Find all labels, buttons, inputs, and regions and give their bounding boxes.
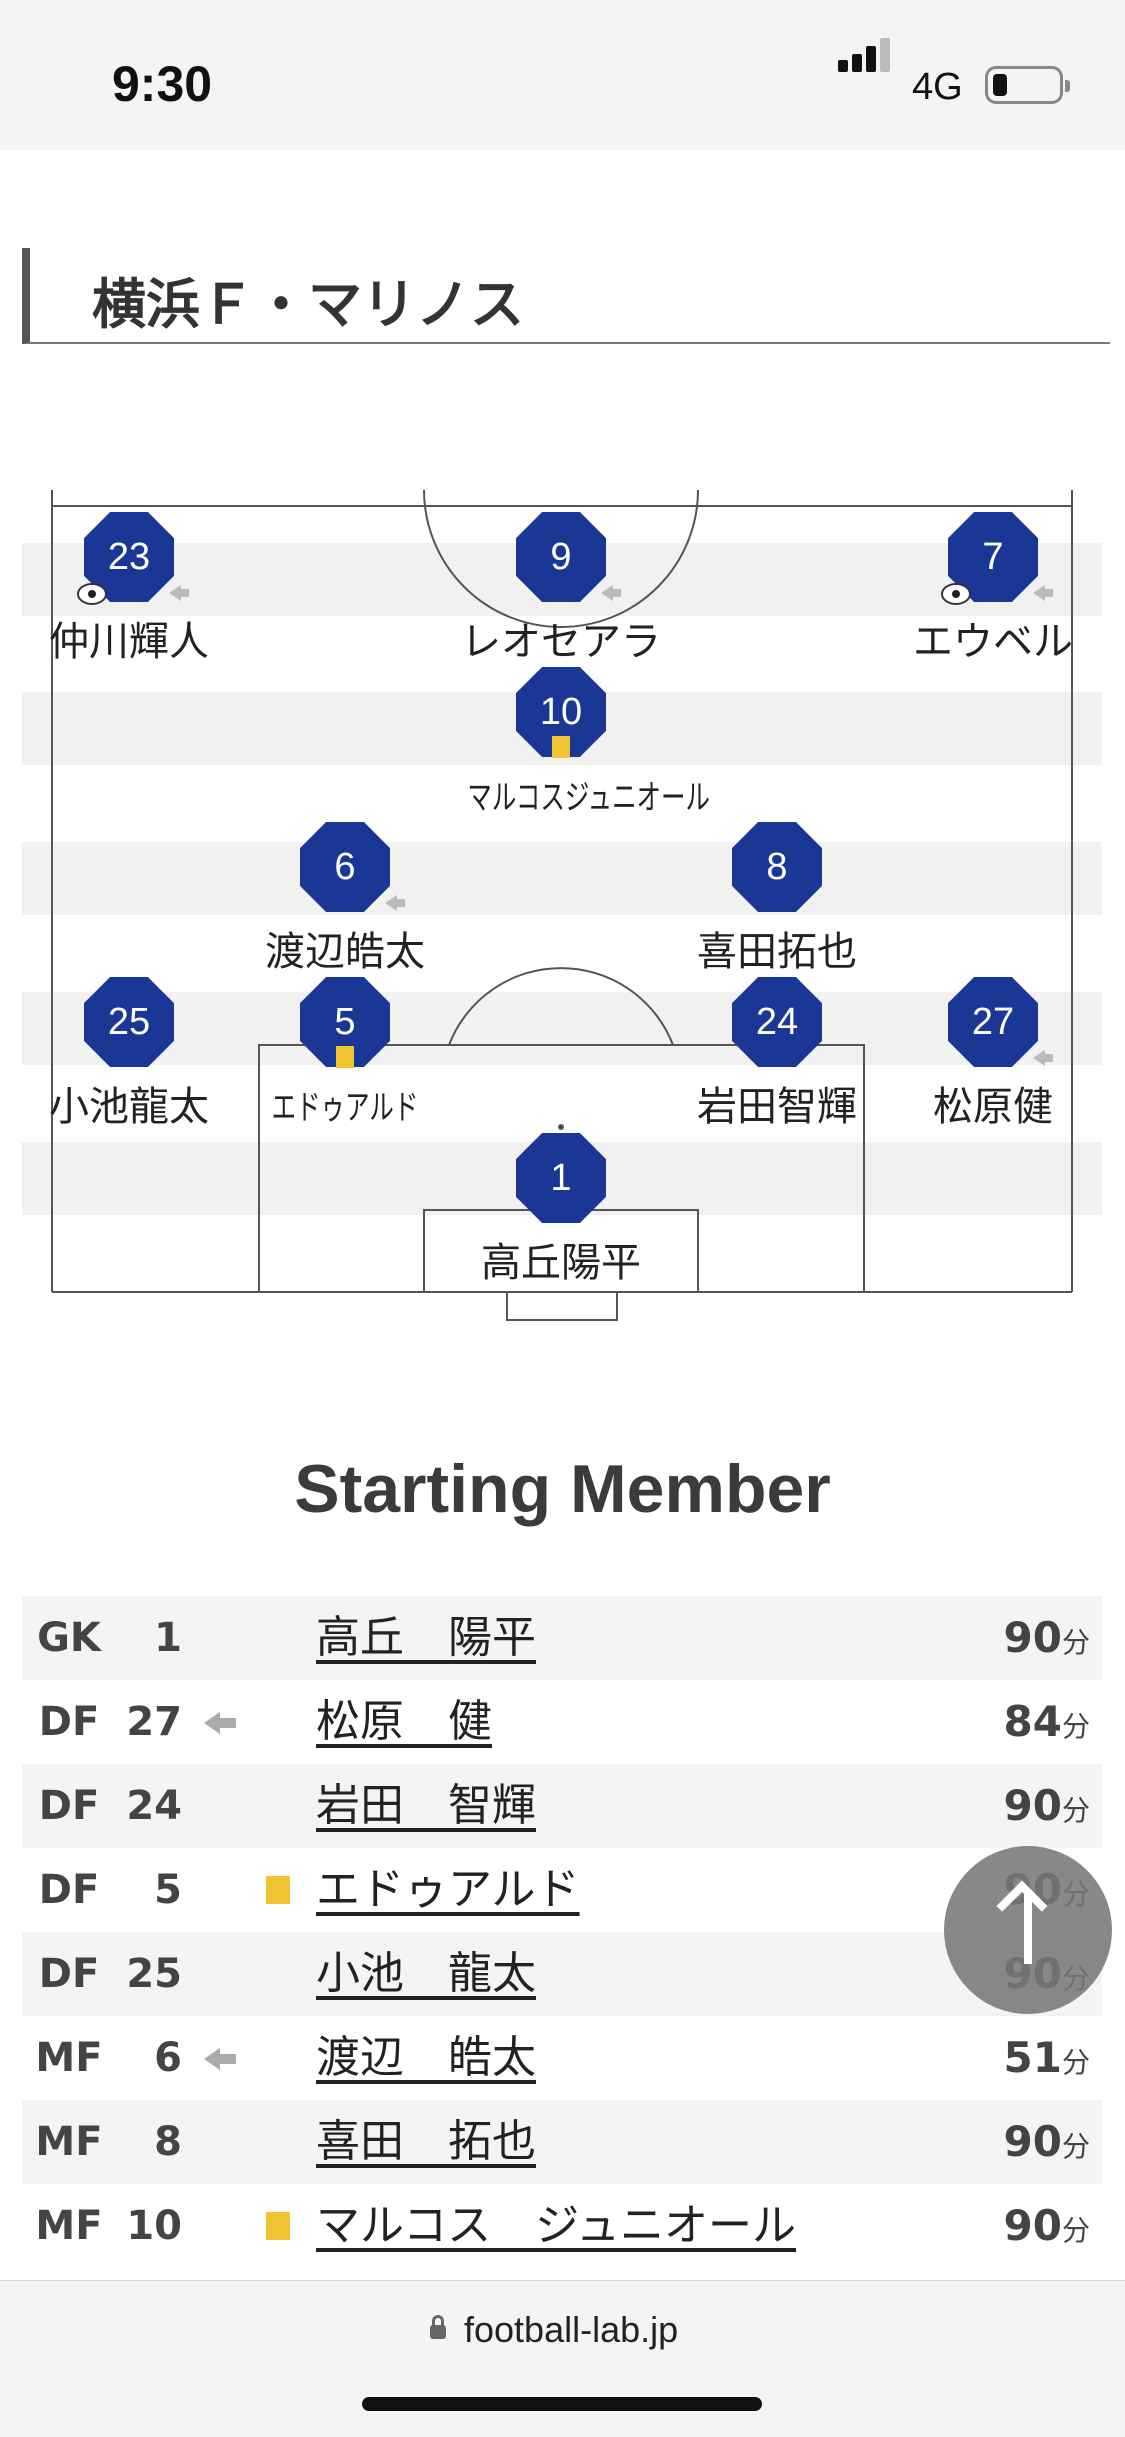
- table-row: MF 8 喜田 拓也 90分: [22, 2100, 1102, 2184]
- player-name: 高丘陽平: [481, 1240, 641, 1286]
- yellow-card-icon: [266, 1876, 290, 1904]
- table-row: MF 6 渡辺 皓太 51分: [22, 2016, 1102, 2100]
- player-name-link[interactable]: 高丘 陽平: [316, 1596, 536, 1680]
- yellow-card-icon: [266, 2212, 290, 2240]
- player-name-link[interactable]: 小池 龍太: [316, 1932, 536, 2016]
- substitution-icon: [169, 585, 189, 601]
- arrow-up-icon: [996, 1880, 1048, 1932]
- yellow-card-icon: [336, 1046, 354, 1068]
- player-number: 8: [732, 822, 822, 912]
- number-cell: 1: [154, 1615, 182, 1661]
- position-cell: DF: [38, 1699, 100, 1745]
- player-name: 小池龍太: [49, 1084, 209, 1130]
- substitution-icon: [385, 895, 405, 911]
- section-title: Starting Member: [294, 1451, 831, 1527]
- player-name: レオセアラ: [461, 619, 661, 665]
- starting-member-table: GK 1 高丘 陽平 90分 DF 27 松原 健 84分 DF 24 岩田 智輝 90分 DF 5 エドゥ…: [22, 1596, 1102, 2268]
- minutes-value: 84: [1003, 1697, 1062, 1746]
- player-number: 6: [300, 822, 390, 912]
- player-name: 喜田拓也: [697, 929, 857, 975]
- battery-icon: [985, 66, 1070, 104]
- player-name: 仲川輝人: [49, 619, 209, 665]
- minutes-unit: 分: [1061, 2130, 1090, 2163]
- substitution-icon: [601, 585, 621, 601]
- position-cell: DF: [38, 1867, 100, 1913]
- minutes-value: 90: [1003, 1613, 1062, 1662]
- formation-pitch: 23 仲川輝人 9 レオセアラ 7 エウベル 10 マルコスジュニオール 6 渡辺皓太 8 喜田拓也 2…: [0, 490, 1125, 1350]
- number-cell: 6: [154, 2035, 182, 2081]
- player-name: エウベル: [913, 619, 1073, 665]
- table-row: MF 10 マルコス ジュニオール 90分: [22, 2184, 1102, 2268]
- minutes-played: 90分: [1004, 1596, 1090, 1685]
- table-row: DF 27 松原 健 84分: [22, 1680, 1102, 1764]
- player-number: 27: [948, 977, 1038, 1067]
- player-number: 1: [516, 1133, 606, 1223]
- substitution-icon: [204, 2048, 236, 2070]
- minutes-played: 90分: [1004, 2184, 1090, 2273]
- number-cell: 8: [154, 2119, 182, 2165]
- player-name: エドゥアルド: [271, 1088, 419, 1128]
- minutes-unit: 分: [1061, 1626, 1090, 1659]
- player-name: マルコスジュニオール: [467, 778, 711, 818]
- player-name-link[interactable]: マルコス ジュニオール: [316, 2184, 796, 2268]
- player-name-link[interactable]: 松原 健: [316, 1680, 492, 1764]
- position-cell: MF: [35, 2035, 103, 2081]
- position-cell: MF: [35, 2119, 103, 2165]
- number-cell: 10: [126, 2203, 182, 2249]
- minutes-value: 51: [1003, 2033, 1062, 2082]
- player-number: 25: [84, 977, 174, 1067]
- player-name-link[interactable]: 渡辺 皓太: [316, 2016, 536, 2100]
- position-cell: DF: [38, 1783, 100, 1829]
- player-name-link[interactable]: 喜田 拓也: [316, 2100, 536, 2184]
- number-cell: 25: [126, 1951, 182, 1997]
- minutes-unit: 分: [1061, 2214, 1090, 2247]
- browser-bar: football-lab.jp: [0, 2280, 1125, 2437]
- minutes-unit: 分: [1061, 2046, 1090, 2079]
- minutes-played: 84分: [1004, 1680, 1090, 1769]
- table-row: DF 24 岩田 智輝 90分: [22, 1764, 1102, 1848]
- player-number: 9: [516, 512, 606, 602]
- table-row: DF5エドゥアルド90分: [22, 1848, 1102, 1932]
- status-bar: 9:30 4G: [0, 0, 1125, 150]
- lock-icon: [430, 2315, 446, 2339]
- minutes-played: 90分: [1004, 1764, 1090, 1853]
- substitution-icon: [204, 1712, 236, 1734]
- minutes-unit: 分: [1061, 1794, 1090, 1827]
- number-cell: 27: [126, 1699, 182, 1745]
- position-cell: DF: [38, 1951, 100, 1997]
- player-name: 渡辺皓太: [265, 929, 425, 975]
- player-name: 松原健: [933, 1084, 1053, 1130]
- network-type: 4G: [912, 66, 963, 108]
- number-cell: 24: [126, 1783, 182, 1829]
- minutes-unit: 分: [1061, 1710, 1090, 1743]
- yellow-card-icon: [552, 736, 570, 758]
- position-cell: MF: [35, 2203, 103, 2249]
- url-field[interactable]: football-lab.jp: [464, 2309, 678, 2351]
- table-row: GK 1 高丘 陽平 90分: [22, 1596, 1102, 1680]
- minutes-value: 90: [1003, 2201, 1062, 2250]
- soccer-ball-icon: [941, 583, 971, 605]
- scroll-top-button[interactable]: [944, 1846, 1112, 2014]
- minutes-played: 90分: [1004, 2100, 1090, 2189]
- substitution-icon: [1033, 585, 1053, 601]
- number-cell: 5: [154, 1867, 182, 1913]
- team-name: 横浜Ｆ・マリノス: [92, 273, 524, 336]
- player-name-link[interactable]: 岩田 智輝: [316, 1764, 536, 1848]
- status-time: 9:30: [112, 56, 213, 112]
- player-name-link[interactable]: エドゥアルド: [316, 1848, 580, 1932]
- team-heading: 横浜Ｆ・マリノス: [22, 248, 1110, 344]
- table-row: DF25小池 龍太90分: [22, 1932, 1102, 2016]
- soccer-ball-icon: [77, 583, 107, 605]
- position-cell: GK: [37, 1615, 101, 1661]
- minutes-played: 51分: [1004, 2016, 1090, 2105]
- home-indicator[interactable]: [362, 2397, 762, 2411]
- player-number: 24: [732, 977, 822, 1067]
- minutes-value: 90: [1003, 1781, 1062, 1830]
- substitution-icon: [1033, 1050, 1053, 1066]
- minutes-value: 90: [1003, 2117, 1062, 2166]
